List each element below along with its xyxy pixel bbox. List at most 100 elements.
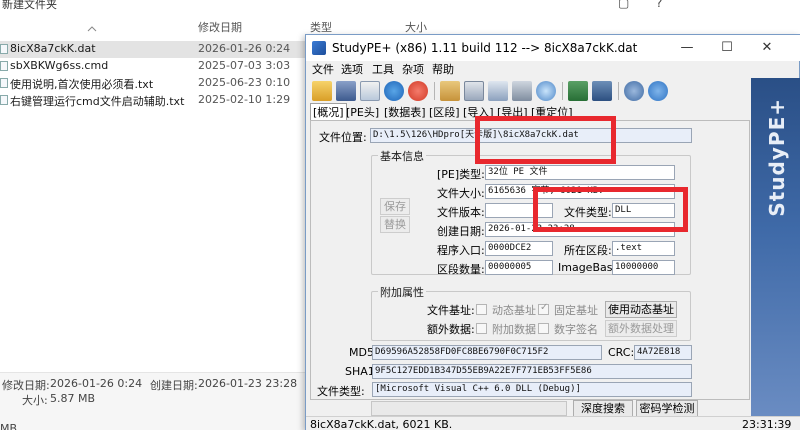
file-date: 2026-01-26 0:24 bbox=[198, 42, 291, 55]
status-bar: 8icX8a7ckK.dat, 6021 KB. 23:31:39 bbox=[306, 416, 800, 430]
section-label: 所在区段: bbox=[564, 244, 612, 257]
menu-file[interactable]: 文件 bbox=[312, 61, 334, 77]
file-location-label: 文件位置: bbox=[319, 131, 367, 144]
print-icon[interactable] bbox=[360, 81, 380, 101]
basic-info-title: 基本信息 bbox=[378, 148, 426, 164]
modified-label: 修改日期: bbox=[2, 379, 50, 392]
created-value: 2026-01-23 23:28 bbox=[198, 377, 298, 390]
extra-attributes-group: 附加属性 文件基址: 动态基址 固定基址 使用动态基址 额外数据: 附加数据 数… bbox=[371, 284, 691, 341]
explorer-details-pane: 修改日期: 2026-01-26 0:24 创建日期: 2026-01-23 2… bbox=[0, 372, 305, 430]
pe-type-label: [PE]类型: bbox=[437, 168, 485, 181]
created-date-label: 创建日期: bbox=[437, 225, 485, 238]
imagebase-field[interactable]: 10000000 bbox=[612, 260, 675, 275]
use-dynamic-base-button[interactable]: 使用动态基址 bbox=[605, 301, 677, 318]
menu-options[interactable]: 选项 bbox=[341, 61, 363, 77]
close-icon[interactable]: ✕ bbox=[752, 38, 782, 58]
calculator-icon[interactable] bbox=[512, 81, 532, 101]
fixed-base-checkbox[interactable] bbox=[538, 302, 549, 315]
explorer-help-icon[interactable]: ? bbox=[656, 0, 662, 10]
toolbar-separator bbox=[434, 82, 435, 100]
stop-icon[interactable] bbox=[408, 81, 428, 101]
crc-field[interactable]: 4A72E818 bbox=[634, 345, 692, 360]
open-folder-icon[interactable] bbox=[312, 81, 332, 101]
modified-value: 2026-01-26 0:24 bbox=[50, 377, 143, 390]
hex-icon[interactable] bbox=[464, 81, 484, 101]
menu-help[interactable]: 帮助 bbox=[432, 61, 454, 77]
terminal-icon[interactable] bbox=[568, 81, 588, 101]
file-name: 使用说明,首次使用必须看.txt bbox=[10, 78, 154, 91]
file-date: 2025-02-10 1:29 bbox=[198, 93, 291, 106]
digital-sign-checkbox[interactable] bbox=[538, 323, 549, 334]
process-icon[interactable] bbox=[592, 81, 612, 101]
resources-icon[interactable] bbox=[440, 81, 460, 101]
help-icon[interactable] bbox=[648, 81, 668, 101]
append-data-checkbox[interactable] bbox=[476, 323, 487, 334]
save-button[interactable]: 保存 bbox=[380, 198, 410, 215]
maximize-icon[interactable]: ☐ bbox=[712, 38, 742, 58]
file-row[interactable]: 8icX8a7ckK.dat 2026-01-26 0:24 bbox=[0, 41, 305, 58]
file-row[interactable]: 使用说明,首次使用必须看.txt 2025-06-23 0:10 bbox=[0, 75, 305, 92]
file-date: 2025-07-03 3:03 bbox=[198, 59, 291, 72]
extra-data-process-button[interactable]: 额外数据处理 bbox=[605, 320, 677, 337]
title-bar: StudyPE+ (x86) 1.11 build 112 --> 8icX8a… bbox=[306, 35, 800, 61]
side-banner: StudyPE+ bbox=[751, 78, 800, 416]
replace-button[interactable]: 替换 bbox=[380, 216, 410, 233]
entry-point-label: 程序入口: bbox=[437, 244, 485, 257]
minimize-icon[interactable]: — bbox=[672, 38, 702, 58]
tab-sections[interactable]: [区段] bbox=[427, 104, 462, 120]
sha1-field[interactable]: 9F5C127EDD1B347D55EB9A22E7F771EB53FF5E86 bbox=[372, 364, 692, 379]
gear-icon[interactable] bbox=[624, 81, 644, 101]
tab-overview[interactable]: [概况] bbox=[310, 103, 347, 120]
column-size[interactable]: 大小 bbox=[405, 19, 427, 35]
explorer-title-bar: 新建文件夹 ▢ ? bbox=[0, 0, 800, 14]
extra-attributes-title: 附加属性 bbox=[378, 284, 426, 300]
explorer-folder-title: 新建文件夹 bbox=[2, 0, 57, 11]
toolbar bbox=[306, 78, 736, 104]
menu-tools[interactable]: 工具 bbox=[372, 61, 394, 77]
search-icon[interactable] bbox=[536, 81, 556, 101]
entry-point-field[interactable]: 0000DCE2 bbox=[485, 241, 553, 256]
tab-pe-header[interactable]: [PE头] bbox=[344, 104, 381, 120]
explorer-expand-icon[interactable]: ▢ bbox=[618, 0, 629, 10]
section-field[interactable]: .text bbox=[612, 241, 675, 256]
crypto-detect-button[interactable]: 密码学检测 bbox=[636, 400, 698, 417]
status-time: 23:31:39 bbox=[742, 418, 792, 430]
text-file-icon bbox=[0, 78, 8, 88]
file-base-label: 文件基址: bbox=[427, 304, 475, 317]
explorer-window-controls: ▢ ? bbox=[600, 0, 800, 12]
toolbar-separator bbox=[618, 82, 619, 100]
fixed-base-label: 固定基址 bbox=[554, 304, 598, 317]
extra-data-label: 额外数据: bbox=[427, 323, 475, 336]
banner-logo-text: StudyPE+ bbox=[765, 98, 789, 217]
file-name: 右键管理运行cmd文件启动辅助.txt bbox=[10, 95, 185, 108]
size-label: 大小: bbox=[22, 394, 48, 407]
menu-misc[interactable]: 杂项 bbox=[402, 61, 424, 77]
tab-data-directory[interactable]: [数据表] bbox=[382, 104, 428, 120]
save-icon[interactable] bbox=[336, 81, 356, 101]
file-date: 2025-06-23 0:10 bbox=[198, 76, 291, 89]
compare-icon[interactable] bbox=[488, 81, 508, 101]
refresh-icon[interactable] bbox=[384, 81, 404, 101]
section-count-field[interactable]: 00000005 bbox=[485, 260, 553, 275]
pe-type-field[interactable]: 32位 PE 文件 bbox=[485, 165, 675, 180]
text-file-icon bbox=[0, 95, 8, 105]
md5-field[interactable]: D69596A52858FD0FC8BE6790F0C715F2 bbox=[372, 345, 602, 360]
deep-scan-button[interactable]: 深度搜索 bbox=[573, 400, 633, 417]
file-row[interactable]: sbXBKWg6ss.cmd 2025-07-03 3:03 bbox=[0, 58, 305, 75]
digital-sign-label: 数字签名 bbox=[554, 323, 598, 336]
filetype-field[interactable]: [Microsoft Visual C++ 6.0 DLL (Debug)] bbox=[372, 382, 692, 397]
studype-window: StudyPE+ (x86) 1.11 build 112 --> 8icX8a… bbox=[305, 34, 800, 430]
file-icon bbox=[0, 44, 8, 54]
cmd-file-icon bbox=[0, 61, 8, 71]
annotation-box-location bbox=[475, 116, 616, 164]
column-type[interactable]: 类型 bbox=[310, 19, 332, 35]
file-size-label: 文件大小: bbox=[437, 187, 485, 200]
dynamic-base-checkbox[interactable] bbox=[476, 304, 487, 315]
sort-up-icon[interactable] bbox=[87, 26, 97, 32]
file-version-label: 文件版本: bbox=[437, 206, 485, 219]
file-row[interactable]: 右键管理运行cmd文件启动辅助.txt 2025-02-10 1:29 bbox=[0, 92, 305, 109]
append-data-label: 附加数据 bbox=[492, 323, 536, 336]
created-label: 创建日期: bbox=[150, 379, 198, 392]
file-name: 8icX8a7ckK.dat bbox=[10, 42, 96, 55]
column-date[interactable]: 修改日期 bbox=[198, 19, 242, 35]
